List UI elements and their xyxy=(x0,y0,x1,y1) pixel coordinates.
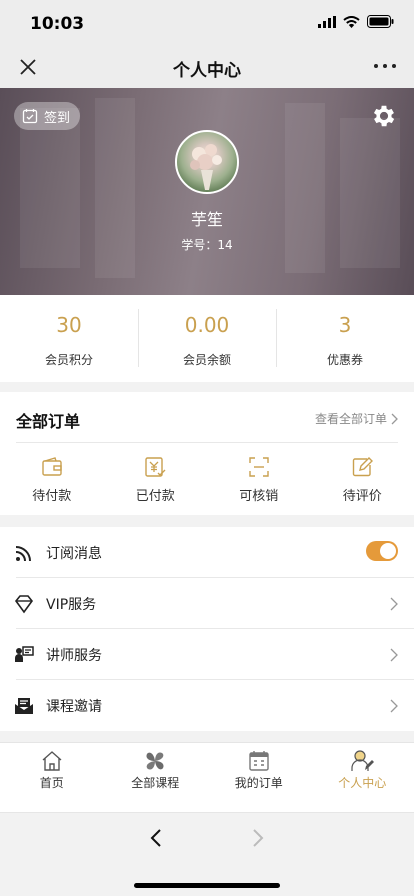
avatar[interactable] xyxy=(175,130,239,194)
nav-bar: 个人中心 xyxy=(0,46,414,88)
forward-icon[interactable] xyxy=(250,827,266,849)
orders-calendar-icon xyxy=(249,751,269,771)
stat-value: 30 xyxy=(56,313,82,337)
profile-header: 签到 芋笙 学号：14 xyxy=(0,88,414,295)
menu-item-course-invite[interactable]: 课程邀请 xyxy=(0,680,414,731)
invite-envelope-icon xyxy=(15,698,33,714)
home-icon xyxy=(42,751,62,771)
tab-profile[interactable]: 个人中心 xyxy=(311,743,414,812)
avatar-flowers-image xyxy=(190,144,222,190)
status-bar: 10:03 xyxy=(0,0,414,46)
tab-label: 我的订单 xyxy=(234,776,283,790)
stat-label: 优惠券 xyxy=(326,353,363,367)
order-label: 可核销 xyxy=(239,489,279,504)
back-icon[interactable] xyxy=(148,827,164,849)
tab-bar: 首页 全部课程 我的订单 个人中心 xyxy=(0,742,414,812)
user-name: 芋笙 xyxy=(190,210,223,229)
status-icons xyxy=(318,15,394,28)
tab-label: 全部课程 xyxy=(131,776,180,790)
stat-coupons[interactable]: 3 优惠券 xyxy=(276,295,414,382)
menu-label: 课程邀请 xyxy=(46,699,102,715)
battery-icon xyxy=(367,15,394,28)
status-time: 10:03 xyxy=(30,14,85,34)
more-icon[interactable] xyxy=(374,64,396,68)
chevron-right-icon xyxy=(390,597,398,611)
order-label: 待评价 xyxy=(342,489,382,504)
calendar-check-icon xyxy=(22,109,38,124)
order-pending-payment[interactable]: 待付款 xyxy=(0,442,104,515)
order-redeemable[interactable]: 可核销 xyxy=(207,442,311,515)
view-all-orders-link[interactable]: 查看全部订单 xyxy=(315,410,398,427)
lecturer-icon xyxy=(15,646,34,662)
subscription-toggle[interactable] xyxy=(366,541,398,561)
checkin-label: 签到 xyxy=(44,110,71,126)
user-id: 学号：14 xyxy=(0,236,414,253)
order-actions: 待付款 已付款 可核销 待评价 xyxy=(0,442,414,515)
orders-title: 全部订单 xyxy=(16,412,81,431)
rss-icon xyxy=(15,546,31,562)
tab-courses[interactable]: 全部课程 xyxy=(104,743,208,812)
tab-label: 首页 xyxy=(39,776,64,790)
profile-icon xyxy=(351,750,375,771)
browser-toolbar xyxy=(0,812,414,896)
wifi-icon xyxy=(343,15,360,28)
stat-label: 会员积分 xyxy=(44,353,93,367)
wallet-icon xyxy=(42,457,62,476)
orders-section: 全部订单 查看全部订单 待付款 已付款 可核销 待评价 xyxy=(0,392,414,515)
order-label: 待付款 xyxy=(32,489,72,504)
tab-label: 个人中心 xyxy=(338,776,387,790)
courses-icon xyxy=(146,752,164,770)
view-all-orders-label: 查看全部订单 xyxy=(314,412,387,426)
order-paid[interactable]: 已付款 xyxy=(104,442,208,515)
stat-balance[interactable]: 0.00 会员余额 xyxy=(138,295,276,382)
gear-icon[interactable] xyxy=(370,102,398,130)
chevron-right-icon xyxy=(390,699,398,713)
menu-label: 订阅消息 xyxy=(46,546,102,562)
diamond-icon xyxy=(14,595,34,614)
stat-value: 3 xyxy=(338,313,352,337)
menu-list: 订阅消息 VIP服务 讲师服务 课程邀请 xyxy=(0,527,414,731)
stats-row: 30 会员积分 0.00 会员余额 3 优惠券 xyxy=(0,295,414,382)
stat-label: 会员余额 xyxy=(182,353,231,367)
order-to-review[interactable]: 待评价 xyxy=(311,442,414,515)
chevron-right-icon xyxy=(391,413,398,424)
scan-icon xyxy=(249,457,269,477)
tab-my-orders[interactable]: 我的订单 xyxy=(207,743,311,812)
menu-item-vip[interactable]: VIP服务 xyxy=(0,578,414,629)
review-edit-icon xyxy=(353,457,374,477)
stat-value: 0.00 xyxy=(184,313,230,337)
stat-points[interactable]: 30 会员积分 xyxy=(0,295,138,382)
home-indicator xyxy=(134,883,280,888)
chevron-right-icon xyxy=(390,648,398,662)
checkin-button[interactable]: 签到 xyxy=(14,102,81,130)
menu-label: 讲师服务 xyxy=(46,648,102,664)
menu-item-subscription: 订阅消息 xyxy=(0,527,414,578)
order-label: 已付款 xyxy=(135,489,175,504)
page-title: 个人中心 xyxy=(173,61,241,81)
paid-yen-icon xyxy=(145,457,166,477)
menu-label: VIP服务 xyxy=(46,597,97,613)
tab-home[interactable]: 首页 xyxy=(0,743,104,812)
signal-icon xyxy=(318,15,336,28)
user-id-value: 14 xyxy=(217,238,233,252)
menu-item-lecturer[interactable]: 讲师服务 xyxy=(0,629,414,680)
user-id-label: 学号： xyxy=(181,238,218,252)
toggle-knob xyxy=(380,543,396,559)
